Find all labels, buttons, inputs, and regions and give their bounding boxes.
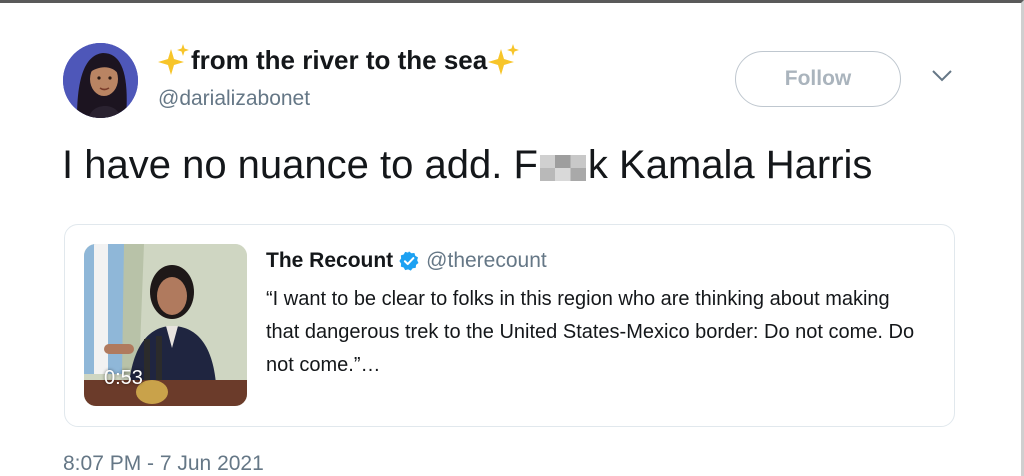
chevron-down-icon[interactable] [931,69,953,83]
censored-word [539,154,586,181]
author-display-name[interactable]: from the river to the sea [157,43,521,77]
video-duration: 0:53 [104,367,143,389]
quoted-author[interactable]: The Recount @therecount [266,249,547,273]
follow-button[interactable]: Follow [735,51,901,107]
tweet-view: from the river to the sea @darializabone… [0,0,1024,476]
quoted-author-handle: @therecount [426,249,547,272]
sparkles-icon [488,44,520,75]
author-name-text: from the river to the sea [191,44,488,75]
quoted-tweet-card[interactable]: 0:53 The Recount @therecount “I want to … [64,224,955,427]
sparkles-icon [158,44,189,75]
quoted-author-name: The Recount [266,249,394,272]
tweet-text: I have no nuance to add. F k Kamala Harr… [62,143,872,188]
tweet-timestamp[interactable]: 8:07 PM - 7 Jun 2021 [63,452,264,476]
video-thumbnail[interactable]: 0:53 [84,244,247,406]
author-handle[interactable]: @darializabonet [158,87,310,111]
cartoon-woman-avatar-icon [63,43,138,118]
tweet-text-end: k Kamala Harris [587,143,873,187]
tweet-text-start: I have no nuance to add. F [62,143,538,187]
verified-badge-icon [399,251,419,271]
author-avatar[interactable] [63,43,138,118]
quoted-tweet-text: “I want to be clear to folks in this reg… [266,288,915,376]
